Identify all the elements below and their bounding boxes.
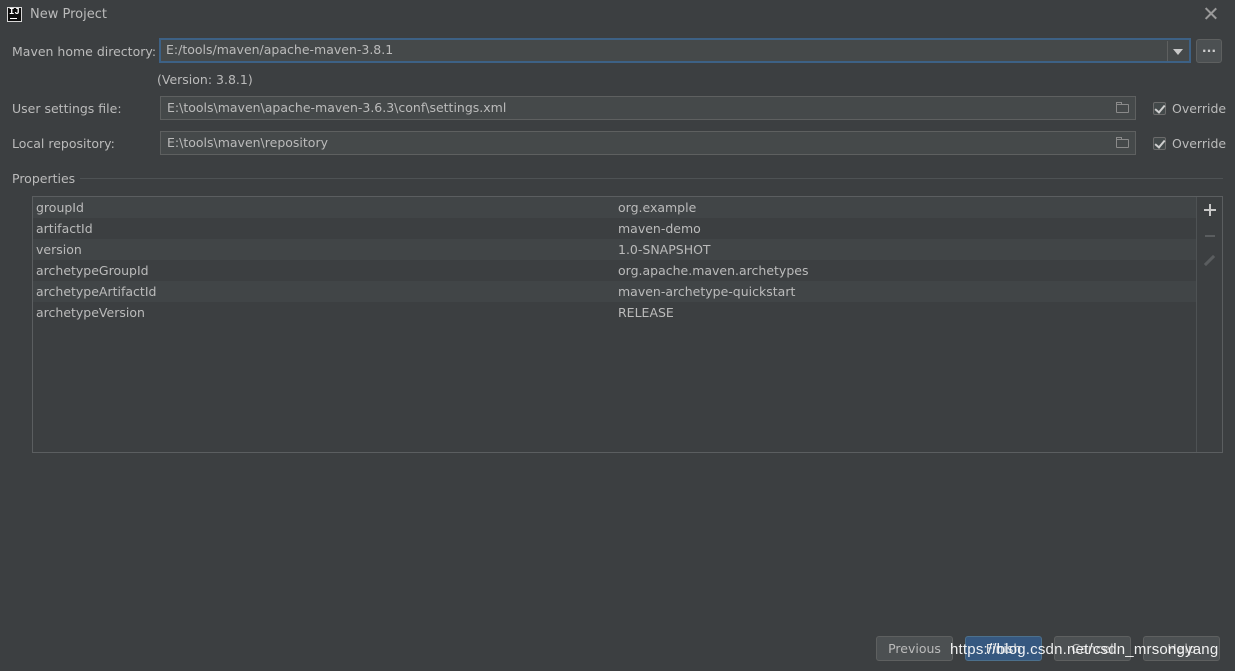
maven-home-value: E:/tools/maven/apache-maven-3.8.1 xyxy=(166,42,394,57)
property-value: org.apache.maven.archetypes xyxy=(618,263,809,278)
property-value: RELEASE xyxy=(618,305,674,320)
user-settings-field[interactable]: E:\tools\maven\apache-maven-3.6.3\conf\s… xyxy=(160,96,1136,120)
property-key: archetypeArtifactId xyxy=(36,284,157,299)
previous-button[interactable]: Previous xyxy=(876,636,953,661)
add-icon[interactable] xyxy=(1203,203,1217,217)
property-value: org.example xyxy=(618,200,697,215)
properties-divider xyxy=(80,178,1223,179)
window-title: New Project xyxy=(30,7,107,22)
user-settings-label: User settings file: xyxy=(12,101,122,116)
local-repository-value: E:\tools\maven\repository xyxy=(167,135,328,150)
chevron-down-icon[interactable] xyxy=(1168,41,1188,61)
maven-version-note: (Version: 3.8.1) xyxy=(157,72,253,87)
properties-header: Properties xyxy=(12,171,76,186)
local-repository-field[interactable]: E:\tools\maven\repository xyxy=(160,131,1136,155)
property-value: maven-demo xyxy=(618,221,701,236)
property-key: artifactId xyxy=(36,221,93,236)
table-row[interactable]: artifactId maven-demo xyxy=(33,218,1197,239)
watermark-text: https://blog.csdn.net/csdn_mrsongyang xyxy=(950,641,1219,658)
maven-home-label: Maven home directory: xyxy=(12,44,157,59)
local-repository-label: Local repository: xyxy=(12,136,115,151)
edit-icon[interactable] xyxy=(1203,254,1217,268)
user-settings-override-checkbox[interactable] xyxy=(1153,102,1166,115)
table-row[interactable]: archetypeVersion RELEASE xyxy=(33,302,1197,323)
close-icon[interactable] xyxy=(1201,4,1221,24)
property-value: 1.0-SNAPSHOT xyxy=(618,242,711,257)
maven-home-combobox[interactable]: E:/tools/maven/apache-maven-3.8.1 xyxy=(159,38,1191,63)
property-value: maven-archetype-quickstart xyxy=(618,284,796,299)
user-settings-override-label[interactable]: Override xyxy=(1172,101,1226,116)
table-row[interactable]: archetypeGroupId org.apache.maven.archet… xyxy=(33,260,1197,281)
property-key: version xyxy=(36,242,82,257)
intellij-icon: IJ xyxy=(7,7,22,22)
local-repository-override-checkbox[interactable] xyxy=(1153,137,1166,150)
maven-home-browse-button[interactable]: ... xyxy=(1196,39,1222,63)
properties-table[interactable]: groupId org.example artifactId maven-dem… xyxy=(32,196,1223,453)
remove-icon[interactable] xyxy=(1203,229,1217,243)
local-repository-override-label[interactable]: Override xyxy=(1172,136,1226,151)
property-key: archetypeVersion xyxy=(36,305,145,320)
property-key: archetypeGroupId xyxy=(36,263,149,278)
property-key: groupId xyxy=(36,200,84,215)
folder-icon[interactable] xyxy=(1115,137,1131,149)
table-row[interactable]: archetypeArtifactId maven-archetype-quic… xyxy=(33,281,1197,302)
table-row[interactable]: version 1.0-SNAPSHOT xyxy=(33,239,1197,260)
folder-icon[interactable] xyxy=(1115,102,1131,114)
table-row[interactable]: groupId org.example xyxy=(33,197,1197,218)
user-settings-value: E:\tools\maven\apache-maven-3.6.3\conf\s… xyxy=(167,100,507,115)
title-bar: IJ New Project xyxy=(0,0,1235,30)
table-toolbar-divider xyxy=(1196,197,1197,452)
